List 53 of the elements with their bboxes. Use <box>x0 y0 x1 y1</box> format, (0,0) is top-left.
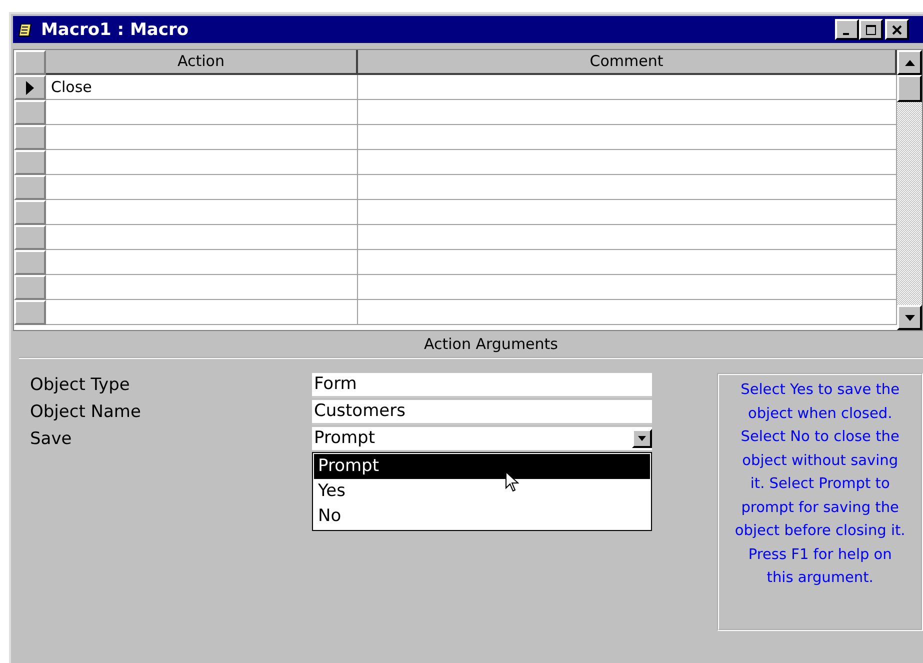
help-text: Select Yes to save the object when closed. Select No to close the object without saving it. Select Prompt to prompt for saving the object before closing it. Press F1 for help on this argument. <box>717 373 923 631</box>
scroll-thumb[interactable] <box>897 75 922 102</box>
comment-cell[interactable] <box>358 75 897 100</box>
down-arrow-icon <box>904 314 914 320</box>
field-label: Save <box>30 428 73 451</box>
dropdown-arrow-button[interactable] <box>632 429 652 448</box>
column-header[interactable]: Comment <box>358 50 897 75</box>
text-field[interactable]: Form <box>312 373 652 398</box>
dropdown-field[interactable]: Prompt <box>312 427 652 452</box>
up-arrow-icon <box>904 60 914 66</box>
window-title: Macro1 : Macro <box>41 20 190 40</box>
comment-cell[interactable] <box>358 125 897 150</box>
dropdown-option[interactable]: Yes <box>314 479 650 504</box>
action-cell[interactable] <box>46 225 358 250</box>
maximize-button[interactable] <box>859 19 883 40</box>
maximize-icon <box>866 24 876 34</box>
minimize-icon <box>843 32 849 34</box>
comment-cell[interactable] <box>358 225 897 250</box>
scroll-down-button[interactable] <box>897 305 922 330</box>
section-title: Action Arguments <box>19 331 923 359</box>
action-cell[interactable] <box>46 200 358 225</box>
action-cell[interactable] <box>46 125 358 150</box>
comment-cell[interactable] <box>358 175 897 200</box>
field-label: Object Type <box>30 374 131 397</box>
text-field[interactable]: Customers <box>312 400 652 425</box>
dropdown-option[interactable]: Prompt <box>314 454 650 479</box>
row-selector[interactable] <box>14 75 46 100</box>
action-cell[interactable]: Close <box>46 75 358 100</box>
action-cell[interactable] <box>46 275 358 300</box>
comment-cell[interactable] <box>358 275 897 300</box>
action-cell[interactable] <box>46 250 358 275</box>
comment-cell[interactable] <box>358 150 897 175</box>
close-icon <box>892 24 902 34</box>
dropdown-value: Prompt <box>314 427 375 450</box>
comment-cell[interactable] <box>358 250 897 275</box>
column-header[interactable]: Action <box>46 50 358 75</box>
action-cell[interactable] <box>46 175 358 200</box>
minimize-button[interactable] <box>835 19 859 40</box>
down-arrow-icon <box>638 436 646 441</box>
action-cell[interactable] <box>46 300 358 325</box>
scroll-up-button[interactable] <box>897 50 922 75</box>
vertical-scrollbar[interactable] <box>897 50 922 330</box>
comment-cell[interactable] <box>358 100 897 125</box>
comment-cell[interactable] <box>358 200 897 225</box>
field-label: Object Name <box>30 401 142 424</box>
comment-cell[interactable] <box>358 300 897 325</box>
mouse-pointer-icon <box>505 471 519 493</box>
action-cell[interactable] <box>46 100 358 125</box>
current-row-icon <box>25 80 35 94</box>
action-cell[interactable] <box>46 150 358 175</box>
dropdown-option[interactable]: No <box>314 504 650 529</box>
scroll-icon <box>17 22 33 38</box>
close-button[interactable] <box>885 19 909 40</box>
